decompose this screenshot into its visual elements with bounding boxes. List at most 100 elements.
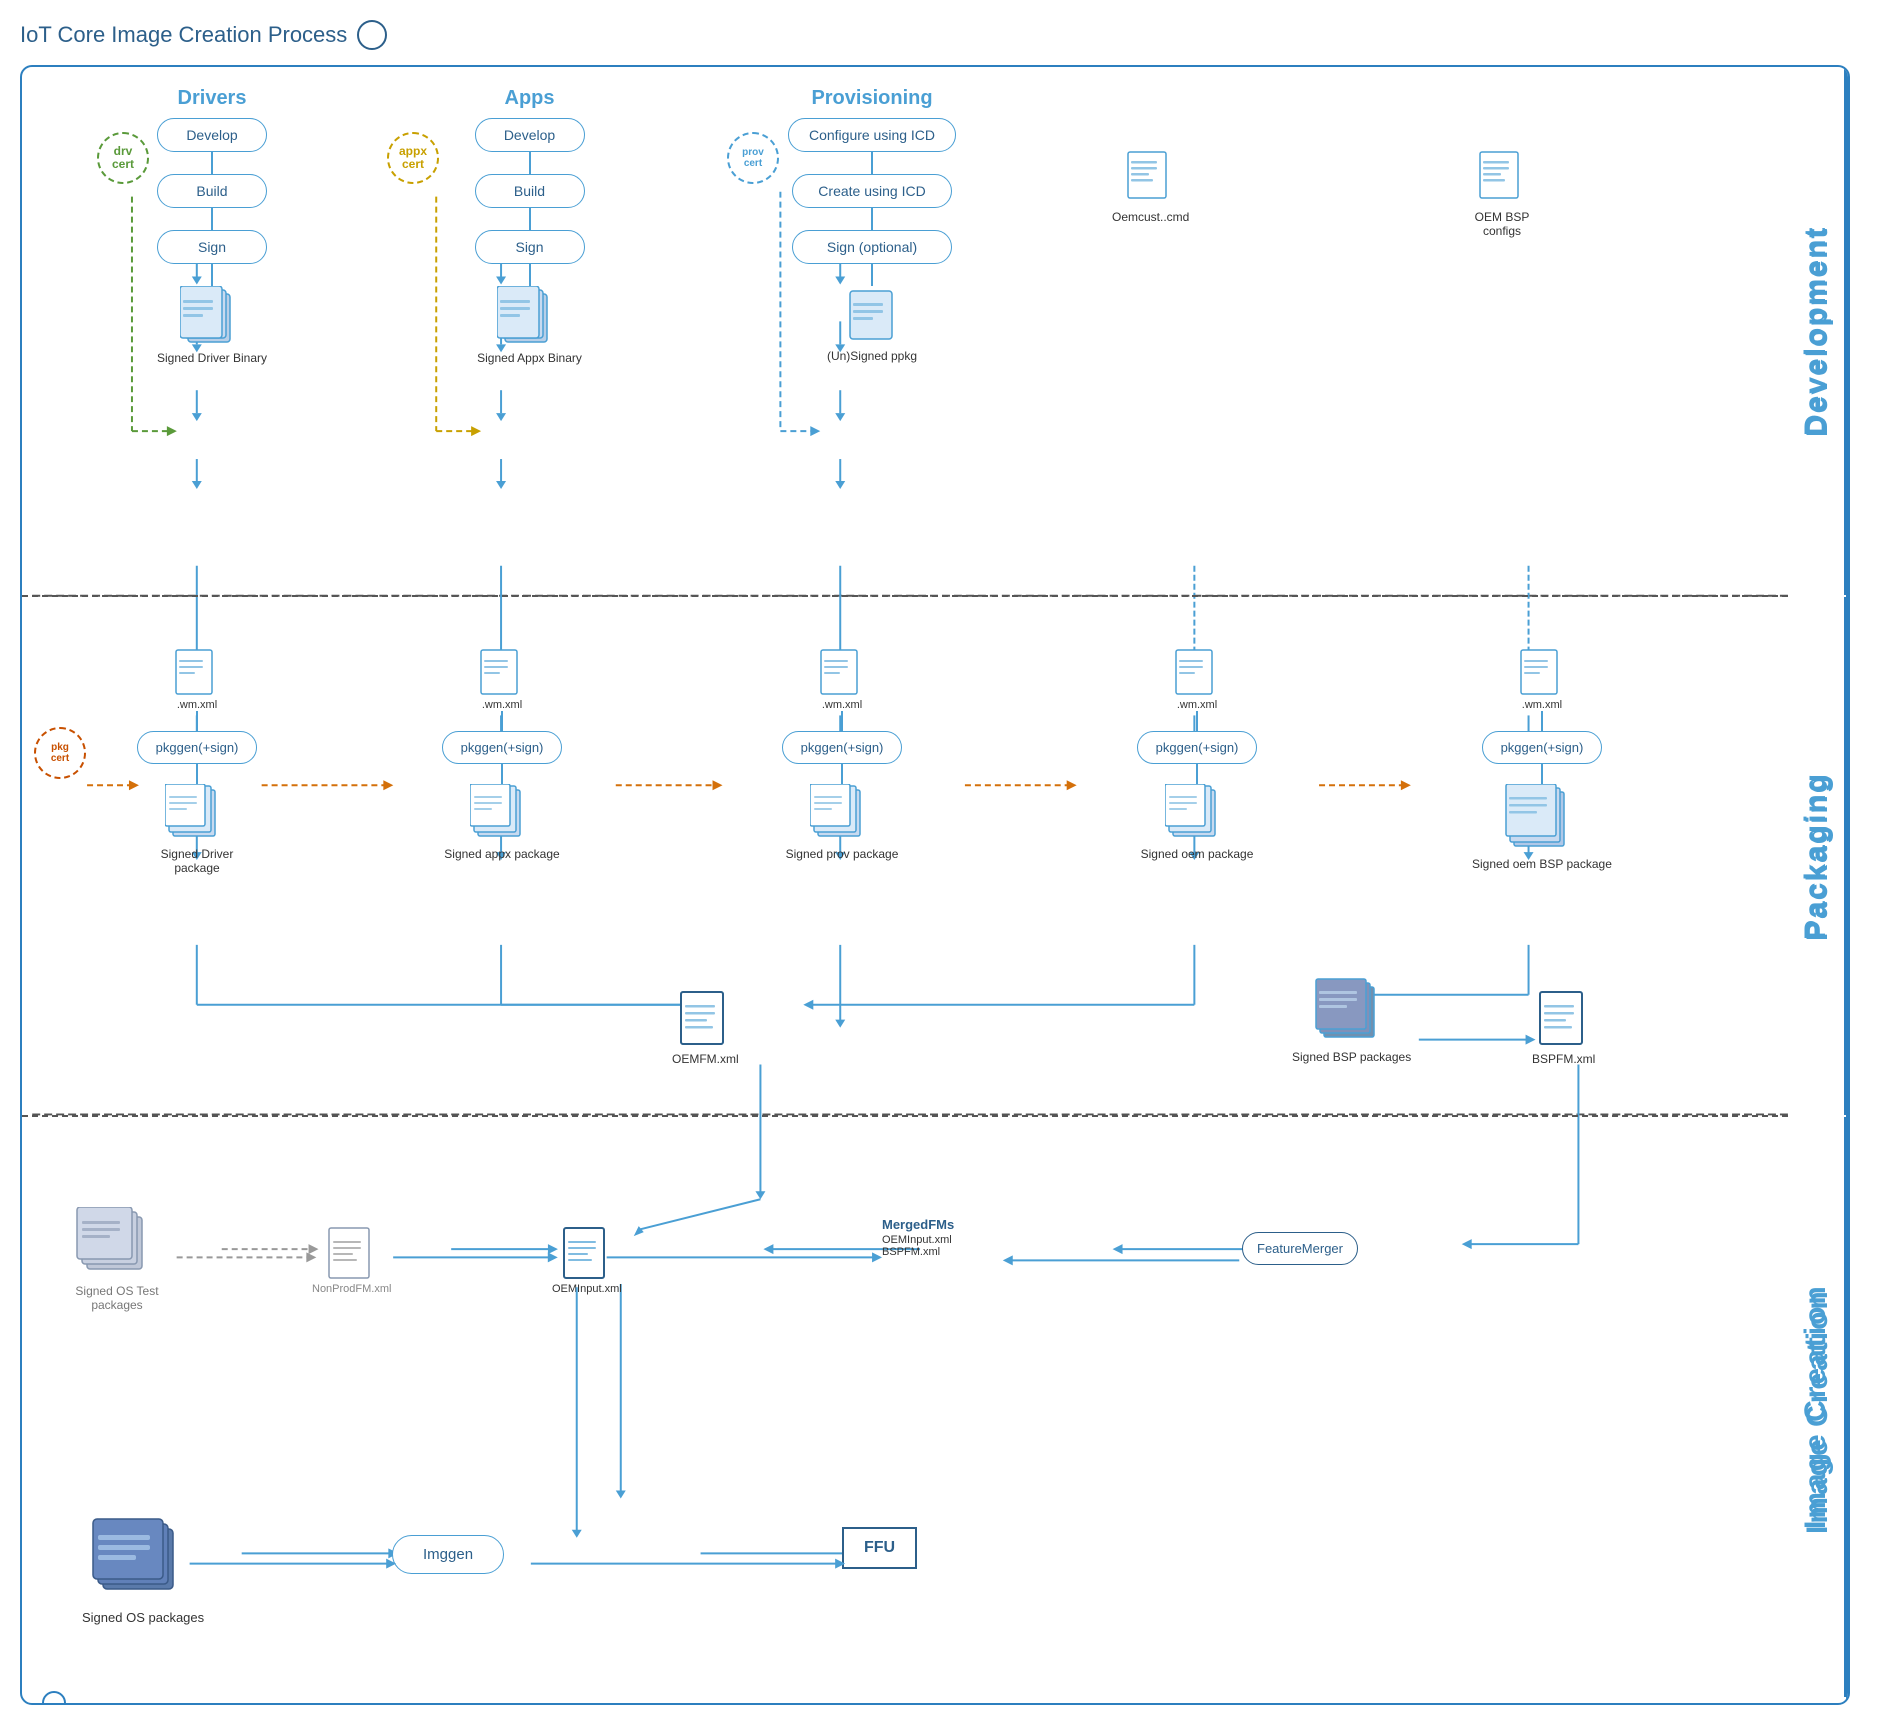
oemcust-column: Oemcust..cmd — [1112, 147, 1189, 224]
signed-oem-pkg-icon — [1165, 784, 1230, 842]
title-circle — [357, 20, 387, 50]
signed-appx-binary-icon — [497, 286, 562, 346]
signed-os-test-icon — [75, 1207, 160, 1279]
signed-oem-pkg-label: Signed oem package — [1141, 847, 1254, 861]
pkg-wm-xml-2-icon — [478, 647, 526, 699]
drivers-sign-box: Sign — [157, 230, 267, 264]
wm-xml-3-label: .wm.xml — [822, 699, 862, 711]
signed-appx-pkg-label: Signed appx package — [444, 847, 559, 861]
pkggen-4-box: pkggen(+sign) — [1137, 731, 1257, 764]
ffu-box: FFU — [842, 1527, 917, 1569]
oeminput-left-label: OEMInput.xml — [552, 1283, 622, 1295]
apps-sign-box: Sign — [475, 230, 585, 264]
pkg-oembsp-col: .wm.xml pkggen(+sign) Signed oem BSP pac… — [1472, 647, 1612, 871]
pkggen-3-box: pkggen(+sign) — [782, 731, 902, 764]
drivers-build-box: Build — [157, 174, 267, 208]
signed-appx-binary-label: Signed Appx Binary — [477, 351, 582, 365]
bspfm-xml-label: BSPFM.xml — [1532, 1052, 1595, 1066]
imggen-box: Imggen — [392, 1535, 504, 1574]
nonprodfm-xml-icon — [326, 1225, 378, 1283]
image-creation-section: Image Creation Signed OS Test packages — [22, 1117, 1788, 1697]
page-title: IoT Core Image Creation Process — [20, 20, 1858, 50]
signed-driver-pkg-icon — [165, 784, 230, 842]
wm-xml-4-label: .wm.xml — [1177, 699, 1217, 711]
oeminput-left-icon — [561, 1225, 613, 1283]
pkg-cert-badge: pkg cert — [34, 727, 86, 779]
pkg-drivers-col: .wm.xml pkggen(+sign) Signed Driver pack… — [137, 647, 257, 875]
unsigned-ppkg-label: (Un)Signed ppkg — [827, 349, 917, 363]
apps-build-box: Build — [475, 174, 585, 208]
prov-sign-box: Sign (optional) — [792, 230, 952, 264]
pkg-wm-xml-5-icon — [1518, 647, 1566, 699]
signed-bsp-packages-icon — [1314, 977, 1389, 1045]
signed-bsp-packages-group: Signed BSP packages — [1292, 977, 1411, 1064]
oem-bsp-configs-label: OEM BSP configs — [1462, 210, 1542, 238]
feature-merger-group: FeatureMerger — [1242, 1232, 1358, 1265]
unsigned-ppkg-icon — [845, 286, 900, 344]
apps-header: Apps — [505, 87, 555, 110]
image-creation-right-label: Image Creation — [1790, 1117, 1848, 1705]
feature-merger-box: FeatureMerger — [1242, 1232, 1358, 1265]
drivers-header: Drivers — [178, 87, 247, 110]
provisioning-column: prov cert Provisioning Configure using I… — [702, 87, 962, 363]
signed-oem-bsp-pkg-icon — [1504, 784, 1579, 852]
signed-driver-binary-label: Signed Driver Binary — [157, 351, 267, 365]
pkg-prov-col: .wm.xml pkggen(+sign) Signed prov packag… — [782, 647, 902, 861]
prov-configure-box: Configure using ICD — [788, 118, 956, 152]
apps-column: appx cert Apps Develop Build Sign — [392, 87, 612, 365]
signed-driver-pkg-label: Signed Driver package — [137, 847, 257, 875]
prov-create-box: Create using ICD — [792, 174, 952, 208]
main-container: Development drv cert Drivers Develop Bui… — [20, 65, 1850, 1705]
signed-appx-pkg-icon — [470, 784, 535, 842]
signed-driver-binary-icon — [180, 286, 245, 346]
oemfm-xml-icon — [676, 987, 734, 1052]
appx-cert-badge: appx cert — [387, 132, 439, 184]
nonprod-fm-group: NonProdFM.xml — [312, 1225, 391, 1295]
merged-fms-title-label: MergedFMs — [882, 1217, 954, 1232]
oembsp-column: OEM BSP configs — [1462, 147, 1542, 238]
signed-os-test-label: Signed OS Test packages — [62, 1284, 172, 1312]
wm-xml-2-label: .wm.xml — [482, 699, 522, 711]
pkg-wm-xml-3-icon — [818, 647, 866, 699]
imggen-group: Imggen — [392, 1535, 504, 1574]
packaging-right-label: Packaging — [1790, 597, 1848, 1117]
nonprodfm-xml-label: NonProdFM.xml — [312, 1283, 391, 1295]
oemcust-label: Oemcust..cmd — [1112, 210, 1189, 224]
oem-bsp-configs-icon — [1475, 147, 1530, 205]
wm-xml-5-label: .wm.xml — [1522, 699, 1562, 711]
ffu-group: FFU — [842, 1527, 917, 1569]
signed-os-packages-icon — [88, 1517, 198, 1605]
oemcust-icon — [1123, 147, 1178, 205]
drv-cert-badge: drv cert — [97, 132, 149, 184]
pkg-oem-col: .wm.xml pkggen(+sign) Signed oem package — [1137, 647, 1257, 861]
signed-os-test-group: Signed OS Test packages — [62, 1207, 172, 1312]
pkg-apps-col: .wm.xml pkggen(+sign) Signed appx packag… — [442, 647, 562, 861]
signed-os-packages-group: Signed OS packages — [82, 1517, 204, 1625]
oemfm-xml-label: OEMFM.xml — [672, 1052, 739, 1066]
merged-fms-oeminput-item: OEMInput.xml — [882, 1234, 952, 1246]
drivers-develop-box: Develop — [157, 118, 267, 152]
pkg-wm-xml-4-icon — [1173, 647, 1221, 699]
merged-fms-bspfm-item: BSPFM.xml — [882, 1246, 940, 1258]
oemfm-xml-group: OEMFM.xml — [672, 987, 739, 1066]
packaging-section: Packaging pkg cert .wm.xml pkggen(+sign) — [22, 597, 1788, 1117]
oeminput-left-group: OEMInput.xml — [552, 1225, 622, 1295]
merged-fms-group: MergedFMs OEMInput.xml BSPFM.xml — [882, 1217, 954, 1258]
development-right-label: Development — [1790, 67, 1848, 597]
signed-oem-bsp-pkg-label: Signed oem BSP package — [1472, 857, 1612, 871]
pkg-wm-xml-1-icon — [173, 647, 221, 699]
apps-develop-box: Develop — [475, 118, 585, 152]
pkggen-1-box: pkggen(+sign) — [137, 731, 257, 764]
provisioning-header: Provisioning — [811, 87, 932, 110]
signed-prov-pkg-icon — [810, 784, 875, 842]
development-section: Development drv cert Drivers Develop Bui… — [22, 67, 1788, 597]
prov-cert-badge: prov cert — [727, 132, 779, 184]
bspfm-xml-icon — [1535, 987, 1593, 1052]
signed-prov-pkg-label: Signed prov package — [786, 847, 899, 861]
pkggen-5-box: pkggen(+sign) — [1482, 731, 1602, 764]
signed-os-packages-label: Signed OS packages — [82, 1610, 204, 1625]
bspfm-xml-group: BSPFM.xml — [1532, 987, 1595, 1066]
drivers-column: drv cert Drivers Develop Build Sign — [102, 87, 282, 365]
wm-xml-1-label: .wm.xml — [177, 699, 217, 711]
signed-bsp-packages-label: Signed BSP packages — [1292, 1050, 1411, 1064]
